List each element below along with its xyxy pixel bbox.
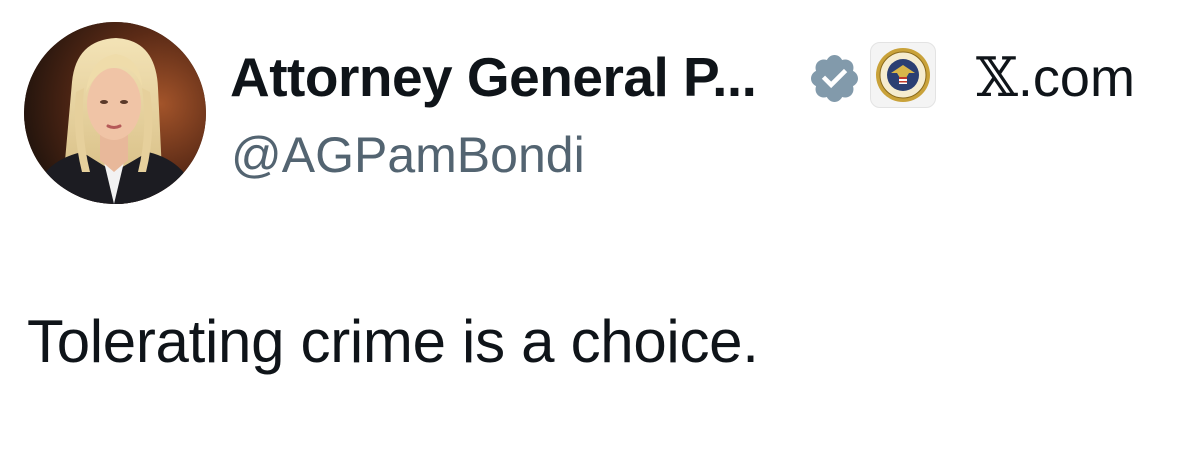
post-text: Tolerating crime is a choice. (27, 308, 759, 375)
author-handle[interactable]: @AGPamBondi (231, 125, 585, 185)
profile-photo (24, 22, 206, 204)
x-logo-icon: 𝕏 (976, 46, 1018, 109)
doj-seal-graphic (876, 48, 930, 102)
post-card: Attorney General P... 𝕏.com @AGPamBondi … (0, 0, 1200, 460)
site-domain: .com (1017, 48, 1135, 108)
department-of-justice-seal-icon[interactable] (870, 42, 936, 108)
verified-badge-icon (811, 55, 858, 102)
author-display-name[interactable]: Attorney General P... (230, 44, 757, 110)
author-avatar[interactable] (24, 22, 206, 204)
x-dot-com-label[interactable]: 𝕏.com (976, 46, 1135, 110)
